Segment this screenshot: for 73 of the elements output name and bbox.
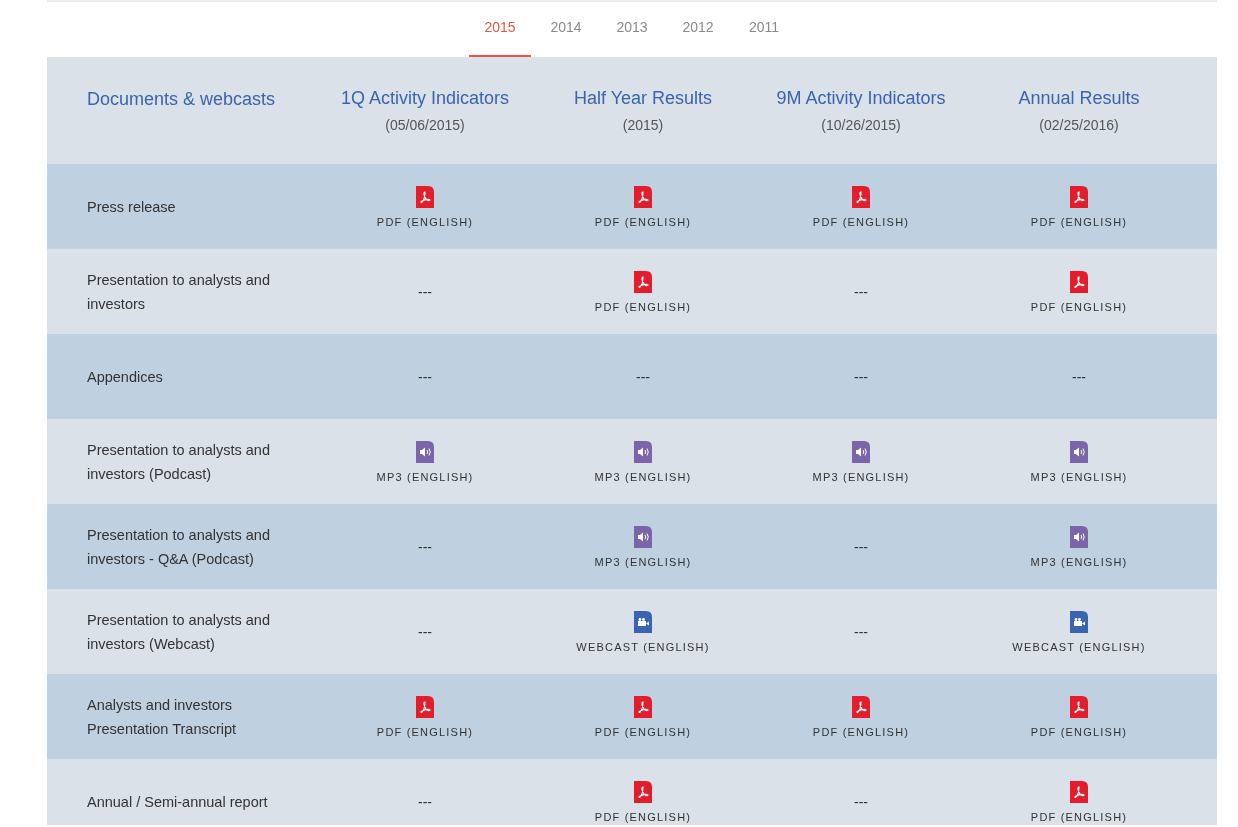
audio-file-icon (1070, 440, 1088, 463)
file-download-link[interactable]: WEBCAST (ENGLISH) (1012, 610, 1146, 653)
row-label: Appendices (87, 367, 163, 387)
file-download-link[interactable]: PDF (ENGLISH) (1030, 780, 1128, 823)
file-download-link[interactable]: MP3 (ENGLISH) (1030, 440, 1128, 483)
file-download-link[interactable]: MP3 (ENGLISH) (376, 440, 474, 483)
pdf-file-icon (852, 185, 870, 208)
column-date: (10/26/2015) (821, 117, 901, 133)
audio-file-icon (634, 440, 652, 463)
file-download-link[interactable]: PDF (ENGLISH) (594, 780, 692, 823)
row-label: Annual / Semi-annual report (87, 792, 268, 812)
row-label: Press release (87, 197, 176, 217)
row-label: Presentation to analysts and investors (87, 270, 271, 314)
pdf-file-icon (1070, 270, 1088, 293)
file-download-link[interactable]: PDF (ENGLISH) (594, 695, 692, 738)
empty-cell-dash: --- (854, 793, 868, 810)
year-tab[interactable]: 2014 (535, 2, 597, 57)
column-heading: Documents & webcasts (87, 89, 276, 110)
file-download-link[interactable]: MP3 (ENGLISH) (812, 440, 910, 483)
file-download-link[interactable]: MP3 (ENGLISH) (594, 440, 692, 483)
column-heading: 1Q Activity Indicators (340, 88, 510, 109)
file-download-link[interactable]: WEBCAST (ENGLISH) (576, 610, 710, 653)
file-download-link[interactable]: MP3 (ENGLISH) (1030, 525, 1128, 568)
file-download-link[interactable]: PDF (ENGLISH) (376, 695, 474, 738)
empty-cell-dash: --- (854, 623, 868, 640)
pdf-file-icon (1070, 695, 1088, 718)
column-heading: 9M Activity Indicators (776, 88, 946, 109)
file-download-link[interactable]: PDF (ENGLISH) (812, 185, 910, 228)
empty-cell-dash: --- (418, 538, 432, 555)
video-camera-icon (634, 610, 652, 633)
column-heading: Annual Results (1018, 88, 1140, 109)
file-download-link[interactable]: PDF (ENGLISH) (594, 185, 692, 228)
audio-file-icon (416, 440, 434, 463)
file-download-link[interactable]: PDF (ENGLISH) (1030, 185, 1128, 228)
pdf-file-icon (634, 185, 652, 208)
empty-cell-dash: --- (854, 538, 868, 555)
audio-file-icon (634, 525, 652, 548)
file-download-link[interactable]: PDF (ENGLISH) (376, 185, 474, 228)
pdf-file-icon (416, 185, 434, 208)
row-label: Presentation to analysts and investors - Q&A (Podcast) (87, 525, 271, 569)
pdf-file-icon (634, 780, 652, 803)
pdf-file-icon (852, 695, 870, 718)
audio-file-icon (852, 440, 870, 463)
pdf-file-icon (416, 695, 434, 718)
file-download-link[interactable]: PDF (ENGLISH) (812, 695, 910, 738)
empty-cell-dash: --- (418, 623, 432, 640)
pdf-file-icon (1070, 780, 1088, 803)
audio-file-icon (1070, 525, 1088, 548)
pdf-file-icon (1070, 185, 1088, 208)
empty-cell-dash: --- (418, 368, 432, 385)
empty-cell-dash: --- (418, 283, 432, 300)
year-tab[interactable]: 2011 (733, 2, 795, 57)
pdf-file-icon (634, 695, 652, 718)
empty-cell-dash: --- (636, 368, 650, 385)
file-download-link[interactable]: PDF (ENGLISH) (594, 270, 692, 313)
row-label: Presentation to analysts and investors (Webcast) (87, 610, 271, 654)
file-download-link[interactable]: MP3 (ENGLISH) (594, 525, 692, 568)
year-tab[interactable]: 2013 (601, 2, 663, 57)
pdf-file-icon (634, 270, 652, 293)
column-heading: Half Year Results (573, 88, 713, 109)
video-camera-icon (1070, 610, 1088, 633)
empty-cell-dash: --- (854, 283, 868, 300)
file-download-link[interactable]: PDF (ENGLISH) (1030, 695, 1128, 738)
empty-cell-dash: --- (854, 368, 868, 385)
column-date: (2015) (622, 117, 664, 133)
empty-cell-dash: --- (1072, 368, 1086, 385)
row-label: Analysts and investors Presentation Transcript (87, 695, 238, 739)
year-tab[interactable]: 2012 (667, 2, 729, 57)
column-date: (05/06/2015) (385, 117, 465, 133)
column-date: (02/25/2016) (1039, 117, 1119, 133)
empty-cell-dash: --- (418, 793, 432, 810)
file-download-link[interactable]: PDF (ENGLISH) (1030, 270, 1128, 313)
row-label: Presentation to analysts and investors (Podcast) (87, 440, 271, 484)
